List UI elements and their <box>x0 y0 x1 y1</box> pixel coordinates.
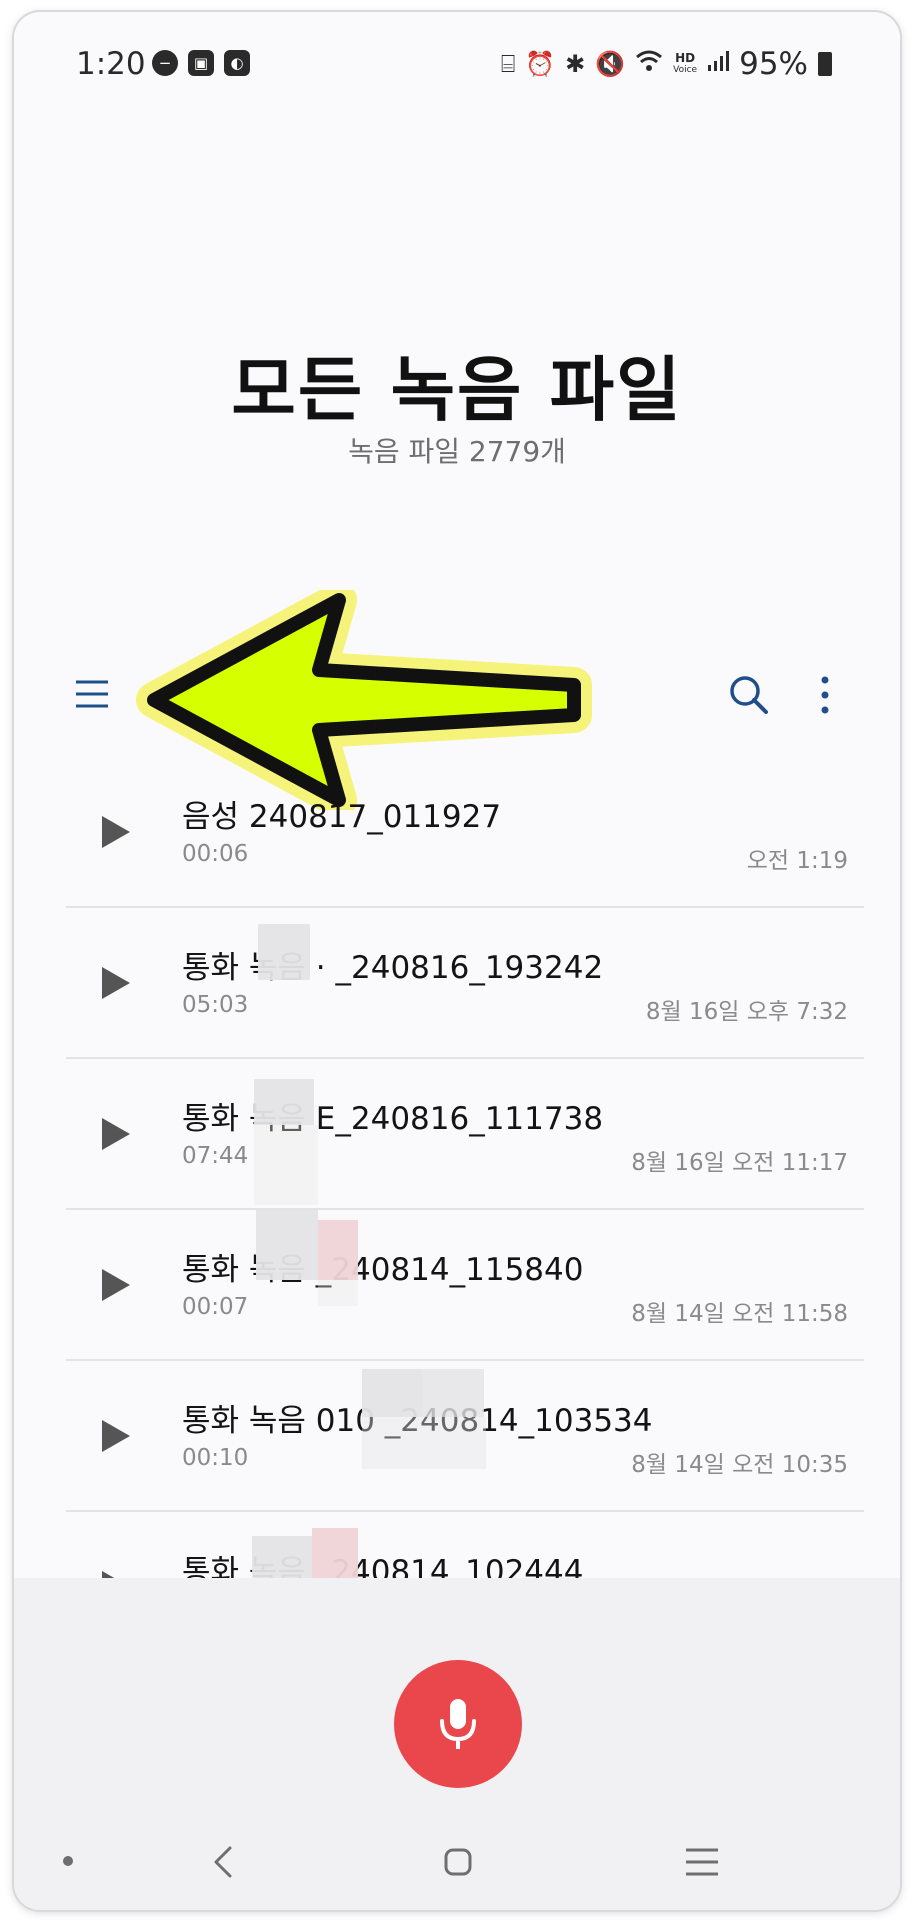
recent-apps-icon[interactable] <box>680 1842 724 1882</box>
play-icon[interactable] <box>98 1115 132 1153</box>
recording-list: 음성 240817_011927 00:06 오전 1:19 통화 녹음 · _… <box>66 757 864 1661</box>
recording-date: 8월 14일 오전 11:58 <box>631 1301 848 1327</box>
hd-label: HD <box>675 51 696 65</box>
hd-sub-label: Voice <box>673 65 698 75</box>
gallery-icon: ▣ <box>188 50 214 76</box>
system-nav-bar <box>14 1812 900 1910</box>
status-right-icons: ⌸ ⏰ ✱ 🔇 HD Voice 95% <box>501 46 832 82</box>
alarm-icon: ⏰ <box>525 50 556 78</box>
microphone-icon <box>440 1699 476 1749</box>
recording-duration: 00:06 <box>182 841 249 867</box>
app-notification-icon: ◐ <box>224 50 250 76</box>
redaction-block <box>362 1369 422 1417</box>
list-item[interactable]: 통화 녹음 010 _240814_103534 00:10 8월 14일 오전… <box>66 1361 864 1512</box>
minus-circle-icon: − <box>152 50 178 76</box>
status-left-icons: − ▣ ◐ <box>152 50 250 76</box>
more-options-icon[interactable] <box>810 672 840 718</box>
recording-name: 통화 녹음 · _240816_193242 <box>182 950 604 986</box>
dot-icon <box>63 1856 73 1866</box>
play-icon[interactable] <box>98 813 132 851</box>
redaction-block <box>318 1280 358 1306</box>
play-icon[interactable] <box>98 1417 132 1455</box>
redaction-block <box>254 1079 314 1125</box>
recording-duration: 00:10 <box>182 1445 249 1471</box>
recording-count: 녹음 파일 2779개 <box>348 435 566 468</box>
recording-name: 통화 녹음 _240814_115840 <box>182 1252 584 1288</box>
battery-icon <box>818 52 832 76</box>
redaction-block <box>256 1210 318 1280</box>
recording-date: 8월 16일 오전 11:17 <box>631 1150 848 1176</box>
battery-percent: 95% <box>739 46 808 82</box>
recording-date: 오전 1:19 <box>746 848 848 874</box>
play-icon[interactable] <box>98 964 132 1002</box>
menu-icon[interactable] <box>72 674 112 714</box>
recording-duration: 05:03 <box>182 992 249 1018</box>
wifi-icon <box>635 49 663 79</box>
back-icon[interactable] <box>204 1842 244 1882</box>
redaction-block <box>362 1417 486 1469</box>
list-item[interactable]: 음성 240817_011927 00:06 오전 1:19 <box>66 757 864 908</box>
list-item[interactable]: 통화 녹음 _240814_115840 00:07 8월 14일 오전 11:… <box>66 1210 864 1361</box>
page-title: 모든 녹음 파일 <box>231 349 683 431</box>
redaction-block <box>258 924 310 980</box>
status-time: 1:20 <box>76 46 146 82</box>
recording-date: 8월 14일 오전 10:35 <box>631 1452 848 1478</box>
redaction-block <box>422 1369 484 1417</box>
recording-date: 8월 16일 오후 7:32 <box>645 999 848 1025</box>
play-icon[interactable] <box>98 1266 132 1304</box>
search-icon[interactable] <box>726 672 772 718</box>
home-icon[interactable] <box>438 1842 478 1882</box>
bluetooth-icon: ✱ <box>565 50 586 78</box>
recording-duration: 00:07 <box>182 1294 249 1320</box>
phone-screen: 1:20 − ▣ ◐ ⌸ ⏰ ✱ 🔇 HD Voice 95% 모든 녹음 파일 … <box>14 12 900 1910</box>
redaction-block <box>318 1220 358 1280</box>
mute-icon: 🔇 <box>595 50 626 78</box>
hd-voice-icon: HD Voice <box>673 52 697 76</box>
recording-duration: 07:44 <box>182 1143 249 1169</box>
redaction-block <box>254 1125 318 1205</box>
signal-icon <box>707 50 730 78</box>
recording-name: 음성 240817_011927 <box>182 799 502 835</box>
status-bar: 1:20 − ▣ ◐ ⌸ ⏰ ✱ 🔇 HD Voice 95% <box>14 12 900 112</box>
sleep-icon: ⌸ <box>500 50 516 78</box>
record-button[interactable] <box>394 1660 522 1788</box>
recording-name: 통화 녹음 E_240816_111738 <box>182 1101 604 1137</box>
list-item[interactable]: 통화 녹음 · _240816_193242 05:03 8월 16일 오후 7… <box>66 908 864 1059</box>
list-item[interactable]: 통화 녹음 E_240816_111738 07:44 8월 16일 오전 11… <box>66 1059 864 1210</box>
